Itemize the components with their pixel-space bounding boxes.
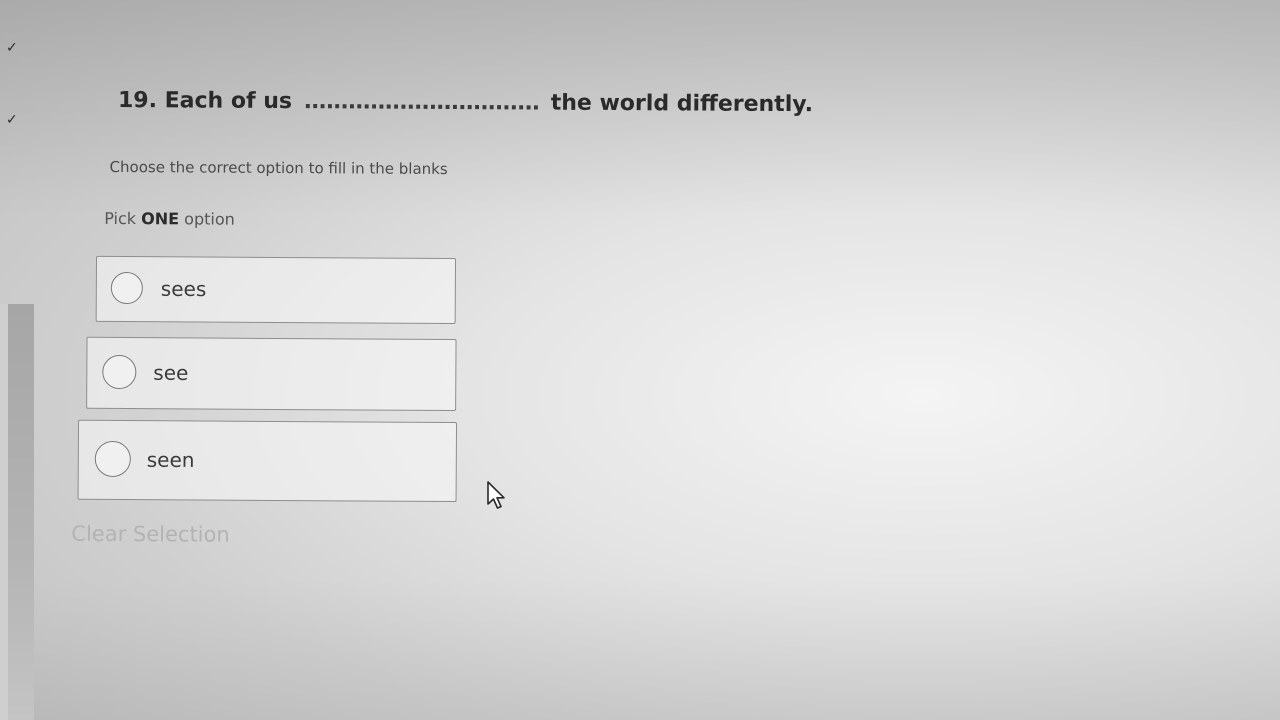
radio-circle-icon[interactable] [94, 440, 131, 478]
radio-circle-icon[interactable] [110, 271, 143, 305]
mouse-pointer-icon [487, 481, 505, 509]
option-label: see [153, 360, 189, 385]
option-label: seen [146, 447, 195, 472]
question-panel: 19. Each of us .........................… [0, 0, 1280, 720]
option-seen[interactable]: seen [77, 419, 458, 503]
pick-emphasis: ONE [141, 209, 180, 229]
question-blank: ................................ [303, 89, 540, 116]
clear-selection-link[interactable]: Clear Selection [71, 522, 230, 547]
option-see[interactable]: see [86, 336, 457, 412]
instruction-text: Choose the correct option to fill in the… [109, 157, 448, 179]
option-sees[interactable]: sees [95, 255, 457, 325]
question-text: 19. Each of us .........................… [118, 88, 813, 117]
pick-instruction: Pick ONE option [104, 209, 235, 229]
question-number: 19. [117, 87, 158, 114]
pick-suffix: option [184, 209, 235, 229]
question-after-blank: the world differently. [550, 90, 814, 118]
radio-circle-icon[interactable] [102, 354, 137, 390]
pick-prefix: Pick [104, 208, 137, 229]
option-label: sees [160, 276, 207, 302]
question-before-blank: Each of us [164, 88, 293, 115]
